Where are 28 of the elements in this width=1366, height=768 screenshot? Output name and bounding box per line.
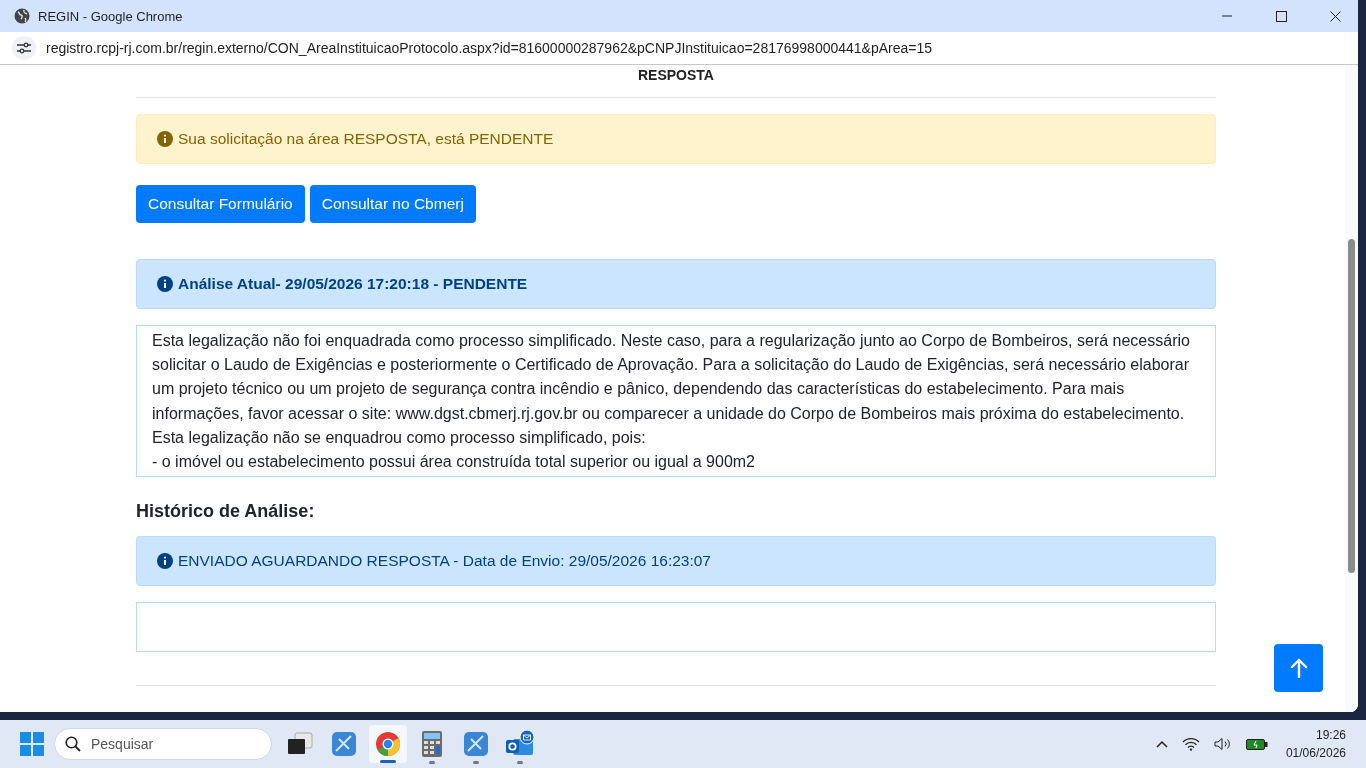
clock-date[interactable]: 01/06/2026 <box>1285 746 1346 760</box>
history-heading: Histórico de Análise: <box>136 501 315 523</box>
info-icon <box>157 131 173 147</box>
info-icon <box>157 553 173 570</box>
wifi-icon[interactable] <box>1181 737 1200 751</box>
back-to-top-button[interactable] <box>1274 644 1323 692</box>
volume-icon[interactable] <box>1213 737 1232 751</box>
history-alert: ENVIADO AGUARDANDO RESPOSTA - Data de Envio: 29/05/2026 16:23:07 <box>136 536 1216 587</box>
scrollbar[interactable] <box>1345 65 1358 712</box>
status-alert: Sua solicitação na área RESPOSTA, está PENDENTE <box>136 114 1216 164</box>
battery-icon[interactable] <box>1245 738 1268 750</box>
arrow-up-icon <box>1289 658 1308 678</box>
info-icon <box>157 276 173 292</box>
analysis-reason: - o imóvel ou estabelecimento possui área construída total superior ou igual a 900m2 <box>152 452 756 472</box>
consult-button[interactable]: Consultar Formulário <box>136 185 305 223</box>
globe-icon <box>14 8 30 24</box>
start-icon[interactable] <box>20 732 44 756</box>
consult-button[interactable]: Consultar no Cbmerj <box>309 185 476 223</box>
site-settings-icon[interactable] <box>12 36 36 60</box>
search-field[interactable]: Pesquisar <box>54 728 272 760</box>
window-title: REGIN - Google Chrome <box>38 8 183 24</box>
analysis-text: Esta legalização não foi enquadrada como processo simplificado. Neste caso, para a regularização junto ao Corpo de Bombeiros, será necessário solicitar o Laudo de Exigências e posteriormente o Certificado de Aprovação. Para a solicitação do Laudo de Exigências, será necessário elaborar um projeto técnico ou um projeto de segurança contra incêndio e pânico, dependendo das características do estabelecimento. Para mais informações, favor acessar o site: www.dgst.cbmerj.rj.gov.br ou comparecer a unidade do Corpo de Bombeiros mais próxima do estabelecimento. Esta legalização não se enquadrou como processo simplificado, pois: <box>152 331 1191 448</box>
browser-icon[interactable] <box>368 724 408 764</box>
analysis-alert: Análise Atual- 29/05/2026 17:20:18 - PENDENTE <box>136 259 1216 309</box>
clock-time[interactable]: 19:26 <box>1315 728 1346 742</box>
section-heading: RESPOSTA <box>638 67 714 83</box>
chevron-up-icon[interactable] <box>1155 740 1168 748</box>
address-bar[interactable]: registro.rcpj-rj.com.br/regin.externo/CON_AreaInstituicaoProtocolo.aspx?id=81600000287962&pCNPJInstituicao=28176998000441&pArea=15 <box>46 40 933 56</box>
